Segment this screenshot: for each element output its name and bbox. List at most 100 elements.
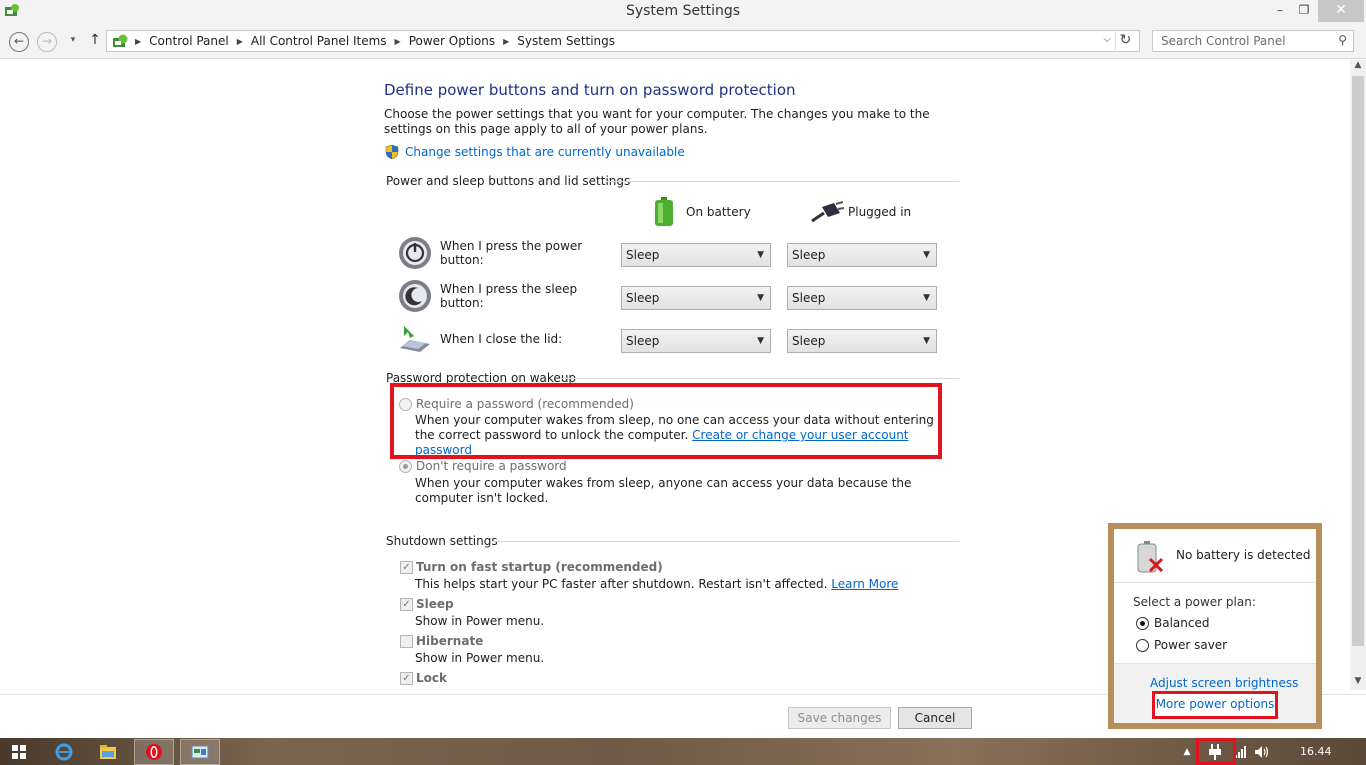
- highlight-box: [390, 383, 942, 459]
- forward-button[interactable]: →: [37, 32, 57, 52]
- control-panel-icon: [113, 34, 128, 47]
- power-plug-icon: [811, 201, 844, 223]
- tray-highlight-box: [1196, 738, 1236, 765]
- hibernate-option: Hibernate: [400, 634, 483, 648]
- file-explorer-icon[interactable]: [88, 739, 128, 765]
- plan-balanced-label: Balanced: [1154, 616, 1210, 630]
- sleep-button-row: When I press the sleep button:: [398, 279, 620, 313]
- close-button[interactable]: ✕: [1318, 0, 1364, 22]
- scrollbar-thumb[interactable]: [1352, 76, 1364, 646]
- taskbar: ▲: [0, 738, 1366, 765]
- plan-balanced-radio[interactable]: [1136, 616, 1149, 630]
- chevron-down-icon[interactable]: ⌵: [1103, 34, 1111, 45]
- more-power-options-link[interactable]: More power options: [1152, 691, 1278, 719]
- select-value: Sleep: [626, 248, 660, 262]
- fast-startup-description: This helps start your PC faster after sh…: [415, 577, 898, 591]
- learn-more-link[interactable]: Learn More: [831, 577, 898, 591]
- search-box: ⚲: [1152, 30, 1354, 52]
- chevron-down-icon: ▼: [923, 336, 930, 346]
- search-icon[interactable]: ⚲: [1338, 33, 1347, 47]
- chevron-right-icon[interactable]: ▶: [501, 37, 511, 46]
- control-panel-taskbar-icon[interactable]: [180, 739, 220, 765]
- uac-shield-icon: [385, 144, 399, 160]
- page-title: Define power buttons and turn on passwor…: [384, 81, 796, 99]
- scroll-down-icon[interactable]: ▼: [1350, 676, 1366, 690]
- column-header-plugged: Plugged in: [810, 201, 911, 223]
- chevron-right-icon[interactable]: ▶: [393, 37, 403, 46]
- vertical-scrollbar[interactable]: ▲ ▼: [1350, 60, 1366, 690]
- select-value: Sleep: [626, 291, 660, 305]
- recent-locations-button[interactable]: ▾: [63, 32, 83, 52]
- fast-startup-desc-text: This helps start your PC faster after sh…: [415, 577, 828, 591]
- restore-button[interactable]: ❐: [1290, 0, 1318, 22]
- battery-status-text: No battery is detected: [1176, 548, 1311, 562]
- chevron-right-icon[interactable]: ▶: [235, 37, 245, 46]
- adjust-brightness-link[interactable]: Adjust screen brightness: [1150, 676, 1298, 690]
- scroll-up-icon[interactable]: ▲: [1350, 60, 1366, 74]
- up-button[interactable]: ↑: [85, 32, 105, 52]
- power-button-icon: [399, 237, 431, 269]
- sleep-checkbox[interactable]: ✓: [400, 597, 413, 611]
- plan-power-saver[interactable]: Power saver: [1136, 638, 1227, 652]
- close-lid-row: When I close the lid:: [398, 322, 620, 356]
- power-button-battery-select[interactable]: Sleep ▼: [621, 243, 771, 267]
- title-bar: System Settings – ❐ ✕: [0, 0, 1366, 24]
- address-bar[interactable]: ▶ Control Panel ▶ All Control Panel Item…: [106, 30, 1140, 52]
- select-value: Sleep: [792, 248, 826, 262]
- sleep-button-battery-select[interactable]: Sleep ▼: [621, 286, 771, 310]
- volume-icon[interactable]: [1252, 739, 1272, 765]
- hibernate-checkbox[interactable]: [400, 634, 413, 648]
- back-button[interactable]: ←: [9, 32, 29, 52]
- breadcrumb-system-settings[interactable]: System Settings: [511, 34, 621, 48]
- flyout-links: Adjust screen brightness More power opti…: [1114, 663, 1316, 723]
- breadcrumb-control-panel[interactable]: Control Panel: [143, 34, 235, 48]
- internet-explorer-icon[interactable]: [44, 739, 84, 765]
- power-flyout: No battery is detected Select a power pl…: [1108, 523, 1322, 729]
- breadcrumb: ▶ Control Panel ▶ All Control Panel Item…: [133, 34, 621, 48]
- power-flyout-panel: No battery is detected Select a power pl…: [1114, 529, 1316, 723]
- sleep-option: ✓ Sleep: [400, 597, 454, 611]
- start-button[interactable]: [0, 739, 38, 765]
- refresh-icon[interactable]: ↻: [1115, 32, 1135, 50]
- search-input[interactable]: [1153, 31, 1323, 51]
- plan-balanced[interactable]: Balanced: [1136, 616, 1209, 630]
- cancel-button[interactable]: Cancel: [898, 707, 972, 729]
- power-button-row: When I press the power button:: [398, 236, 620, 270]
- sleep-button-plugged-select[interactable]: Sleep ▼: [787, 286, 937, 310]
- opera-icon[interactable]: [134, 739, 174, 765]
- sleep-button-label: When I press the sleep button:: [440, 282, 578, 310]
- column-label-plugged: Plugged in: [848, 205, 912, 219]
- hibernate-label: Hibernate: [416, 634, 484, 648]
- hibernate-description: Show in Power menu.: [415, 651, 545, 665]
- lock-checkbox[interactable]: ✓: [400, 671, 413, 685]
- power-button-plugged-select[interactable]: Sleep ▼: [787, 243, 937, 267]
- lock-label: Lock: [416, 671, 447, 685]
- select-value: Sleep: [792, 291, 826, 305]
- chevron-down-icon: ▼: [923, 250, 930, 260]
- change-settings-link[interactable]: Change settings that are currently unava…: [405, 145, 685, 159]
- taskbar-clock[interactable]: 16.44: [1300, 745, 1332, 758]
- breadcrumb-power-options[interactable]: Power Options: [403, 34, 501, 48]
- dont-require-password-radio[interactable]: [399, 460, 412, 473]
- fast-startup-checkbox[interactable]: ✓: [400, 560, 413, 574]
- sleep-label: Sleep: [416, 597, 454, 611]
- close-lid-plugged-select[interactable]: Sleep ▼: [787, 329, 937, 353]
- laptop-lid-icon: [400, 326, 430, 352]
- breadcrumb-all-items[interactable]: All Control Panel Items: [245, 34, 393, 48]
- show-hidden-icons-icon[interactable]: ▲: [1180, 739, 1194, 765]
- lock-option: ✓ Lock: [400, 671, 447, 685]
- sleep-description: Show in Power menu.: [415, 614, 545, 628]
- plan-power-saver-radio[interactable]: [1136, 638, 1149, 652]
- navigation-bar: ← → ▾ ↑ ▶ Control Panel ▶ All Control Pa…: [0, 24, 1366, 59]
- save-changes-button[interactable]: Save changes: [788, 707, 891, 729]
- change-settings-link-row: Change settings that are currently unava…: [384, 144, 685, 160]
- close-lid-label: When I close the lid:: [440, 332, 563, 346]
- select-value: Sleep: [626, 334, 660, 348]
- column-header-battery: On battery: [654, 197, 751, 227]
- plan-power-saver-label: Power saver: [1154, 638, 1228, 652]
- close-lid-battery-select[interactable]: Sleep ▼: [621, 329, 771, 353]
- chevron-right-icon: ▶: [135, 36, 142, 46]
- dont-require-password-option: Don't require a password: [399, 459, 567, 473]
- section-title-shutdown: Shutdown settings: [386, 534, 498, 548]
- sleep-button-icon: [399, 280, 431, 312]
